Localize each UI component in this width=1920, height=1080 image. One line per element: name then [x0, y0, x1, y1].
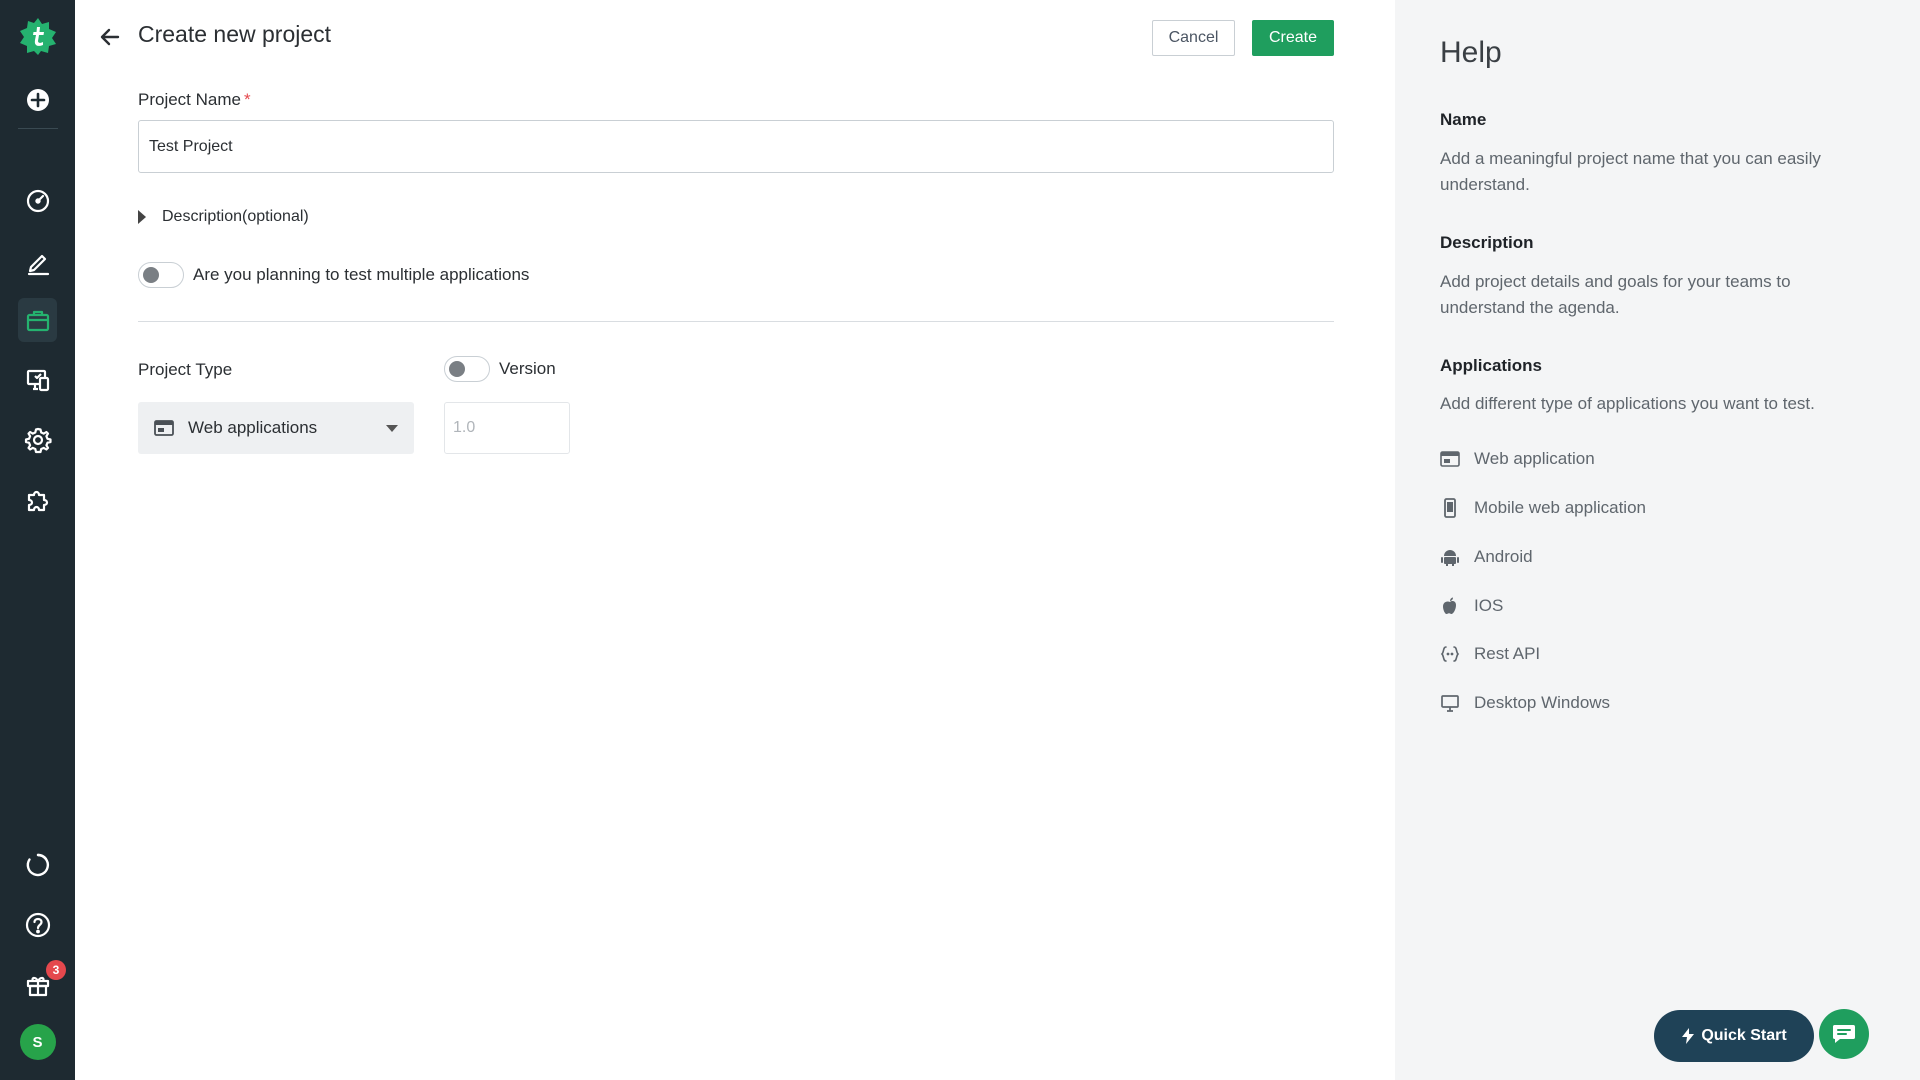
android-icon [1441, 550, 1459, 566]
help-app-label: Android [1474, 547, 1533, 566]
section-divider [138, 321, 1334, 322]
testsigma-logo-icon[interactable] [0, 12, 75, 60]
help-heading-applications: Applications [1440, 356, 1543, 375]
project-name-label-text: Project Name [138, 90, 241, 109]
briefcase-icon[interactable] [0, 296, 75, 344]
page-header: Create new project Cancel Create [75, 0, 1395, 75]
help-app-ios: IOS [1440, 593, 1503, 619]
help-text-applications: Add different type of applications you w… [1440, 394, 1815, 413]
gear-icon[interactable] [0, 416, 75, 464]
help-app-label: IOS [1474, 596, 1504, 615]
browser-window-icon [1440, 451, 1460, 467]
caret-down-icon [386, 424, 398, 432]
lightning-icon [1682, 1028, 1695, 1044]
chat-button[interactable] [1819, 1009, 1869, 1059]
help-app-web: Web application [1440, 446, 1595, 472]
browser-window-icon [154, 420, 174, 436]
quick-start-label: Quick Start [1701, 1027, 1787, 1044]
version-input[interactable] [444, 402, 570, 454]
sidebar: 3 S [0, 0, 75, 1080]
api-braces-icon [1440, 646, 1460, 662]
description-toggle-label: Description(optional) [162, 208, 309, 225]
help-title: Help [1440, 36, 1502, 69]
speedometer-icon[interactable] [0, 176, 75, 224]
sidebar-divider [18, 128, 58, 129]
plus-circle-icon[interactable] [0, 76, 75, 124]
help-heading-description: Description [1440, 233, 1534, 252]
help-app-label: Rest API [1474, 644, 1541, 663]
back-arrow-icon[interactable] [95, 22, 125, 52]
sync-icon[interactable] [0, 841, 75, 889]
multi-app-switch[interactable] [138, 262, 184, 288]
user-avatar[interactable]: S [0, 1018, 75, 1066]
multi-app-label: Are you planning to test multiple applic… [193, 265, 530, 284]
help-app-android: Android [1440, 544, 1533, 570]
device-icon[interactable] [0, 356, 75, 404]
question-icon[interactable] [0, 901, 75, 949]
project-type-select[interactable]: Web applications [138, 402, 414, 454]
main-content: Create new project Cancel Create Project… [75, 0, 1395, 1080]
help-app-mobile-web: Mobile web application [1440, 495, 1646, 521]
quick-start-button[interactable]: Quick Start [1654, 1010, 1814, 1062]
version-label: Version [499, 359, 556, 378]
caret-right-icon [138, 210, 146, 224]
notification-badge: 3 [46, 960, 66, 980]
gift-icon[interactable]: 3 [0, 960, 75, 1008]
apple-icon [1443, 597, 1456, 614]
monitor-icon [1441, 695, 1459, 712]
project-name-input[interactable] [138, 120, 1334, 173]
help-app-desktop: Desktop Windows [1440, 690, 1610, 716]
help-panel: Help Name Add a meaningful project name … [1395, 0, 1920, 1080]
project-name-label: Project Name * [138, 90, 251, 110]
mobile-phone-icon [1444, 498, 1456, 518]
help-app-label: Mobile web application [1474, 498, 1646, 517]
switch-knob [449, 361, 465, 377]
project-type-label: Project Type [138, 360, 233, 379]
create-button[interactable]: Create [1252, 20, 1334, 56]
switch-knob [143, 267, 159, 283]
project-type-value: Web applications [188, 418, 318, 437]
help-text-name: Add a meaningful project name that you c… [1440, 149, 1821, 194]
chat-icon [1833, 1025, 1855, 1043]
avatar: S [19, 1024, 56, 1060]
page-title: Create new project [138, 21, 332, 47]
puzzle-icon[interactable] [0, 476, 75, 524]
help-app-rest-api: Rest API [1440, 641, 1540, 667]
help-app-label: Web application [1474, 449, 1595, 468]
help-heading-name: Name [1440, 110, 1487, 129]
help-app-label: Desktop Windows [1474, 693, 1611, 712]
version-switch[interactable] [444, 356, 490, 382]
help-text-description: Add project details and goals for your t… [1440, 272, 1791, 317]
cancel-button[interactable]: Cancel [1152, 20, 1235, 56]
pencil-icon[interactable] [0, 238, 75, 286]
description-toggle[interactable]: Description(optional) [138, 205, 309, 229]
required-mark: * [243, 90, 251, 109]
